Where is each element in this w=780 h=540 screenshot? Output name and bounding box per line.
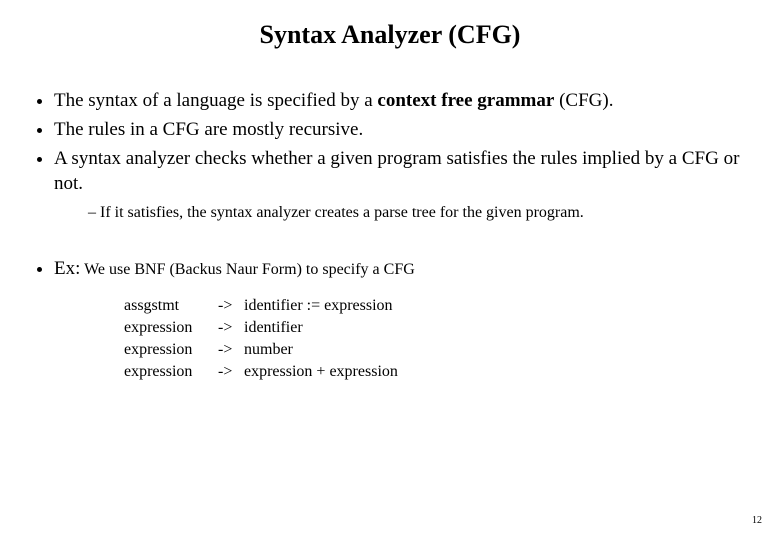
- bullet-2: The rules in a CFG are mostly recursive.: [54, 117, 752, 142]
- grammar-rhs: expression + expression: [244, 361, 402, 383]
- grammar-row: expression -> identifier: [124, 317, 402, 339]
- grammar-row: expression -> expression + expression: [124, 361, 402, 383]
- bullet-3-text: A syntax analyzer checks whether a given…: [54, 148, 739, 194]
- grammar-arrow: ->: [218, 317, 244, 339]
- grammar-rhs: number: [244, 339, 402, 361]
- grammar-lhs: expression: [124, 317, 218, 339]
- bullet-list: The syntax of a language is specified by…: [28, 88, 752, 383]
- bullet-1-bold: context free grammar: [377, 90, 554, 111]
- grammar-lhs: expression: [124, 361, 218, 383]
- grammar-rhs: identifier: [244, 317, 402, 339]
- slide-title: Syntax Analyzer (CFG): [28, 20, 752, 50]
- grammar-rhs: identifier := expression: [244, 295, 402, 317]
- bullet-1: The syntax of a language is specified by…: [54, 88, 752, 113]
- grammar-lhs: assgstmt: [124, 295, 218, 317]
- bullet-3-sublist: If it satisfies, the syntax analyzer cre…: [54, 202, 752, 224]
- bullet-3: A syntax analyzer checks whether a given…: [54, 146, 752, 224]
- bullet-4-label: Ex:: [54, 258, 80, 279]
- grammar-table: assgstmt -> identifier := expression exp…: [124, 295, 402, 383]
- bullet-4: Ex: We use BNF (Backus Naur Form) to spe…: [54, 256, 752, 383]
- grammar-arrow: ->: [218, 339, 244, 361]
- grammar-block: assgstmt -> identifier := expression exp…: [124, 295, 752, 383]
- page-number: 12: [752, 515, 762, 526]
- grammar-arrow: ->: [218, 295, 244, 317]
- grammar-row: expression -> number: [124, 339, 402, 361]
- bullet-1-pre: The syntax of a language is specified by…: [54, 90, 377, 111]
- bullet-4-body: We use BNF (Backus Naur Form) to specify…: [80, 261, 414, 278]
- bullet-3-sub-1: If it satisfies, the syntax analyzer cre…: [88, 202, 752, 224]
- bullet-1-post: (CFG).: [554, 90, 613, 111]
- grammar-lhs: expression: [124, 339, 218, 361]
- grammar-arrow: ->: [218, 361, 244, 383]
- grammar-row: assgstmt -> identifier := expression: [124, 295, 402, 317]
- slide: Syntax Analyzer (CFG) The syntax of a la…: [0, 0, 780, 540]
